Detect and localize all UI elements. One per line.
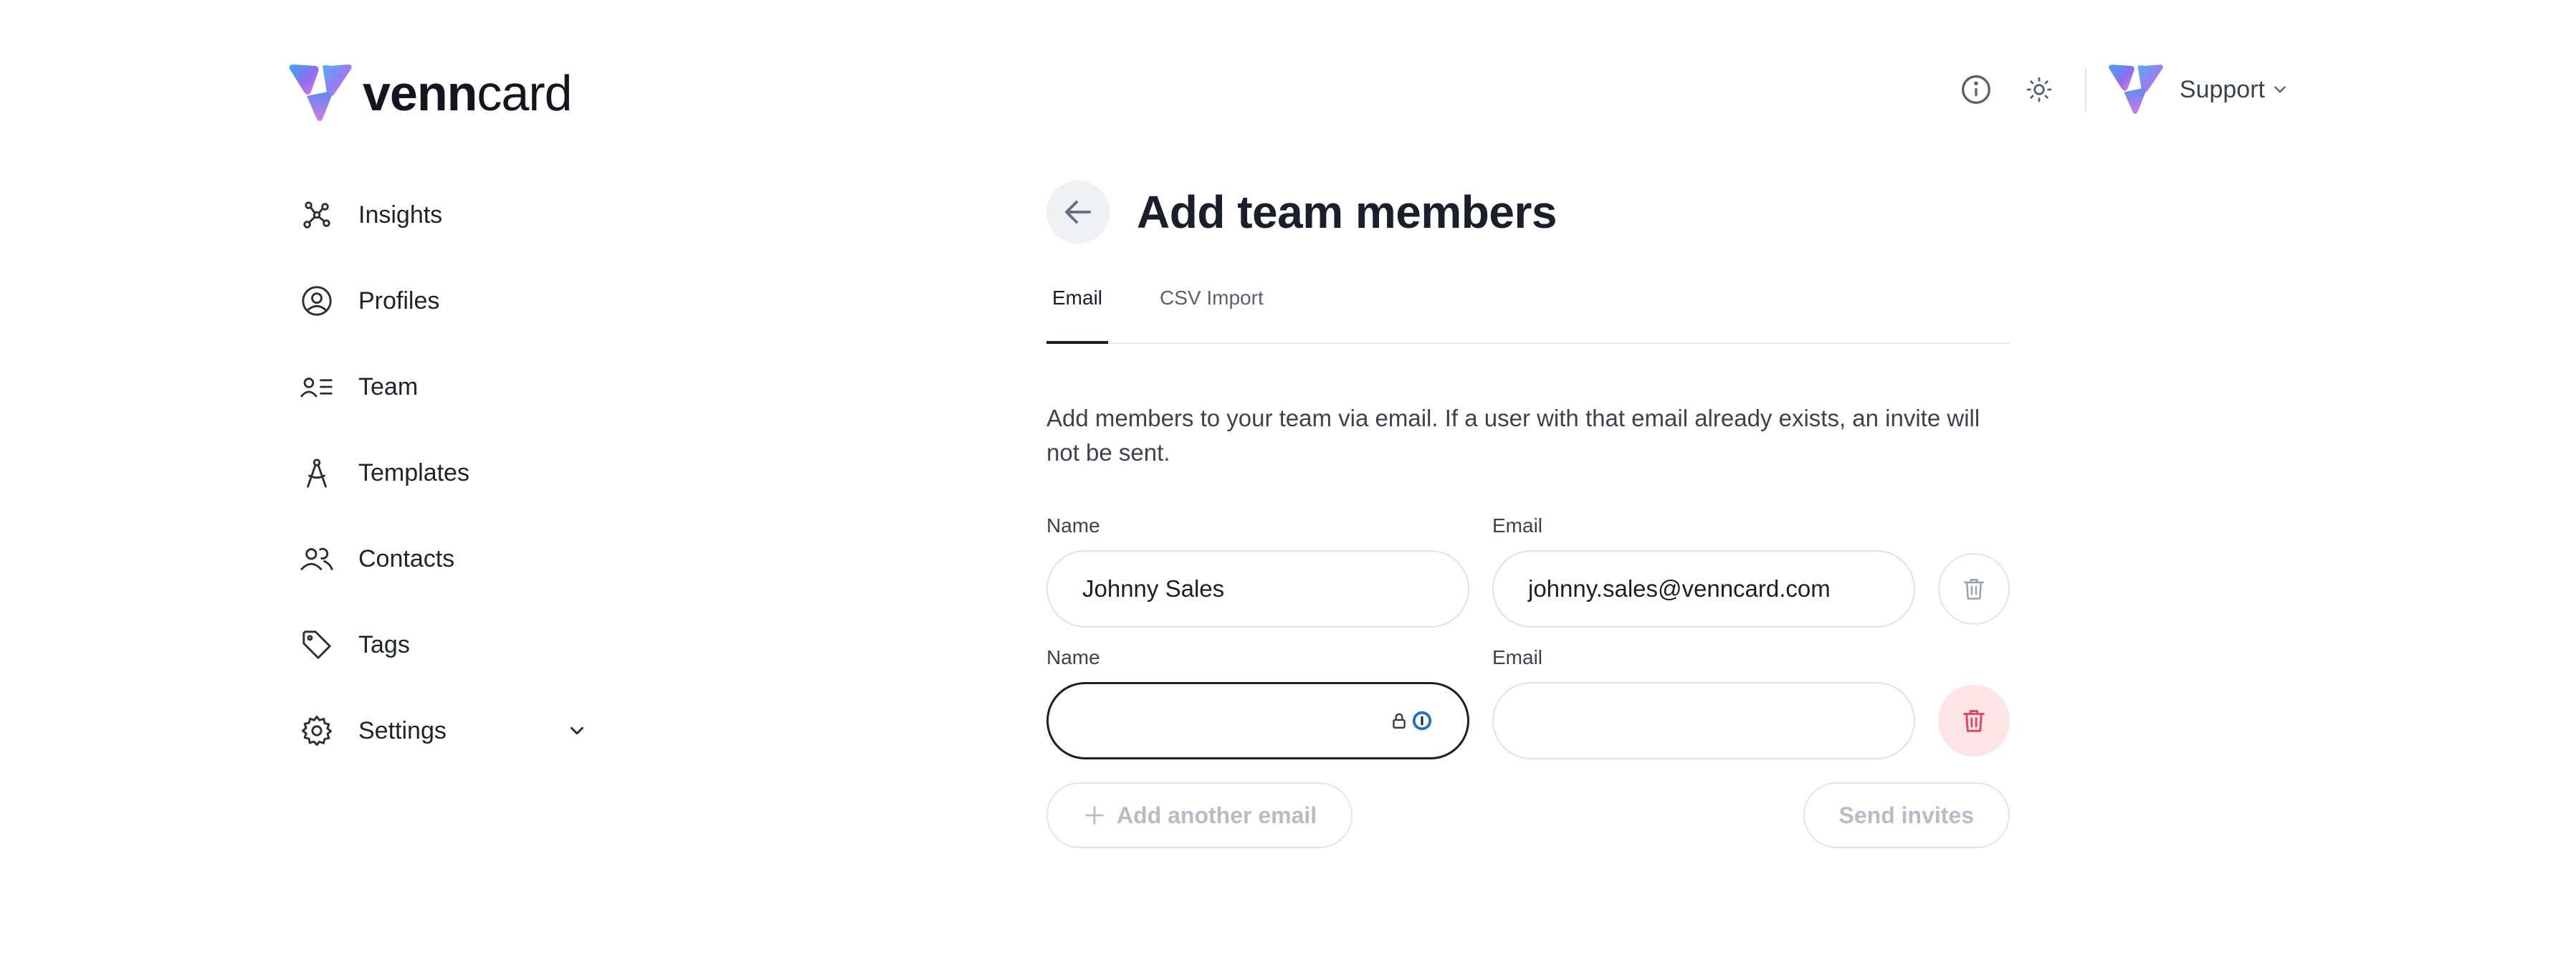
compass-icon bbox=[295, 451, 338, 494]
form-actions: Add another email Send invites bbox=[1046, 782, 2010, 848]
member-row: Johnny Sales johnny.sales@venncard.com bbox=[1046, 550, 2010, 628]
header-divider bbox=[2084, 68, 2086, 111]
tag-icon bbox=[295, 623, 338, 666]
sidebar-item-label: Profiles bbox=[358, 287, 440, 315]
back-button[interactable] bbox=[1046, 181, 1110, 244]
email-field[interactable]: johnny.sales@venncard.com bbox=[1492, 550, 1915, 628]
sun-icon[interactable] bbox=[2019, 69, 2059, 110]
arrow-left-icon bbox=[1065, 201, 1091, 224]
tab-bar: Email CSV Import bbox=[1046, 287, 2010, 344]
tab-csv-import[interactable]: CSV Import bbox=[1154, 287, 1269, 344]
add-another-email-button[interactable]: Add another email bbox=[1046, 782, 1353, 848]
description-text: Add members to your team via email. If a… bbox=[1046, 405, 1980, 466]
delete-row-button[interactable] bbox=[1938, 685, 2010, 757]
sidebar-item-label: Team bbox=[358, 373, 419, 400]
venncard-wordmark: venncard bbox=[363, 65, 573, 121]
venncard-logo[interactable]: venncard bbox=[287, 63, 573, 123]
tab-email[interactable]: Email bbox=[1046, 287, 1109, 344]
sidebar-item-label: Insights bbox=[358, 201, 443, 229]
name-field[interactable]: Johnny Sales bbox=[1046, 550, 1469, 628]
add-another-email-label: Add another email bbox=[1117, 802, 1317, 828]
email-label: Email bbox=[1492, 514, 1543, 537]
sidebar-item-templates[interactable]: Templates bbox=[295, 430, 596, 516]
page: venncard Support Insights Profiles Team … bbox=[0, 0, 2576, 960]
member-row bbox=[1046, 682, 2010, 759]
name-field[interactable] bbox=[1046, 682, 1469, 759]
delete-row-button[interactable] bbox=[1938, 553, 2010, 625]
sidebar-item-team[interactable]: Team bbox=[295, 344, 596, 430]
name-value: Johnny Sales bbox=[1082, 575, 1225, 602]
venncard-logo-icon bbox=[289, 64, 352, 121]
password-manager-icon[interactable] bbox=[1390, 710, 1433, 731]
row-labels: Name Email bbox=[1046, 514, 2010, 537]
email-field[interactable] bbox=[1492, 682, 1915, 759]
gear-icon bbox=[295, 709, 338, 752]
avatar[interactable] bbox=[2107, 60, 2164, 119]
sidebar-item-settings[interactable]: Settings bbox=[295, 688, 596, 774]
sidebar-item-label: Settings bbox=[358, 716, 447, 744]
send-invites-label: Send invites bbox=[1838, 802, 1975, 828]
account-menu[interactable]: Support bbox=[2180, 76, 2289, 104]
sidebar: Insights Profiles Team Templates Contact… bbox=[295, 172, 596, 774]
header-actions: Support bbox=[1933, 59, 2289, 120]
chevron-down-icon bbox=[2274, 86, 2286, 93]
trash-icon bbox=[1964, 579, 1984, 600]
row-labels: Name Email bbox=[1046, 646, 2010, 669]
sidebar-item-insights[interactable]: Insights bbox=[295, 172, 596, 258]
users-icon bbox=[295, 537, 338, 580]
sidebar-item-profiles[interactable]: Profiles bbox=[295, 258, 596, 344]
page-title: Add team members bbox=[1137, 186, 1557, 238]
sidebar-item-label: Contacts bbox=[358, 544, 455, 572]
title-row: Add team members bbox=[1046, 181, 2010, 244]
graph-nodes-icon bbox=[295, 193, 338, 236]
name-label: Name bbox=[1046, 514, 1100, 537]
plus-icon bbox=[1082, 803, 1107, 827]
sidebar-item-label: Tags bbox=[358, 630, 410, 658]
email-label: Email bbox=[1492, 646, 1543, 668]
main-content: Add team members Email CSV Import Add me… bbox=[1046, 181, 2010, 848]
info-icon[interactable] bbox=[1956, 69, 1996, 110]
user-circle-icon bbox=[295, 279, 338, 322]
sidebar-item-label: Templates bbox=[358, 459, 469, 486]
account-label: Support bbox=[2179, 75, 2265, 103]
name-label: Name bbox=[1046, 646, 1100, 668]
chevron-down-icon[interactable] bbox=[566, 720, 588, 741]
user-list-icon bbox=[295, 365, 338, 408]
sidebar-item-contacts[interactable]: Contacts bbox=[295, 516, 596, 602]
send-invites-button[interactable]: Send invites bbox=[1803, 782, 2010, 848]
trash-icon bbox=[1963, 710, 1985, 732]
sidebar-item-tags[interactable]: Tags bbox=[295, 602, 596, 688]
email-value: johnny.sales@venncard.com bbox=[1528, 575, 1831, 602]
